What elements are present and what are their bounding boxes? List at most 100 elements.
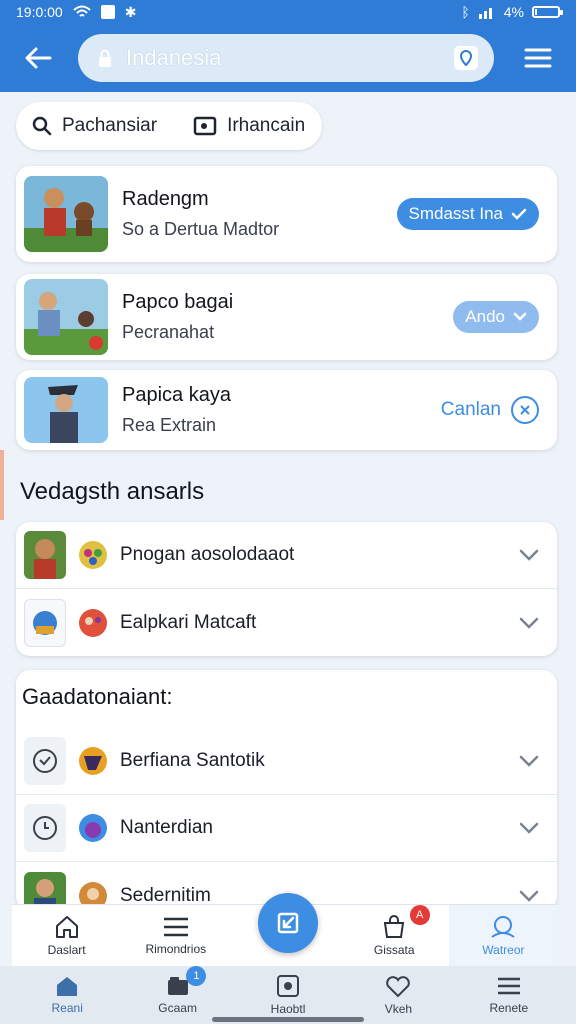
game-action-label: Canlan xyxy=(440,399,501,420)
address-text: Indanesia xyxy=(126,45,222,70)
external-link-icon xyxy=(277,912,299,934)
clock: 19:0:00 xyxy=(16,4,63,20)
app-bar: Indanesia xyxy=(0,24,576,92)
nav-shop[interactable]: A Gissata xyxy=(340,905,449,966)
filter-bar: Pachansiar Irhancain xyxy=(16,102,322,150)
nav-settings[interactable]: Renete xyxy=(454,966,564,1024)
back-button[interactable] xyxy=(14,34,62,82)
notification-badge: A xyxy=(409,905,430,925)
heart-icon xyxy=(386,976,411,998)
list-item[interactable]: Berfiana Santotik xyxy=(16,728,557,795)
nav-favorites[interactable]: Vkeh xyxy=(343,966,453,1024)
game-title: Radengm xyxy=(122,188,209,210)
game-action-label: Smdasst Ina xyxy=(408,204,504,223)
filter-image[interactable]: Irhancain xyxy=(193,115,305,137)
nav-dashboard[interactable]: Daslart xyxy=(12,905,121,966)
clock-icon xyxy=(24,804,66,852)
chevron-down-icon[interactable] xyxy=(509,603,549,643)
section-list: Pnogan aosolodaaot Ealpkari Matcaft xyxy=(16,522,557,656)
list-item[interactable]: Pnogan aosolodaaot xyxy=(16,522,557,589)
status-bar: 19:0:00 ✱ ᛒ 4% xyxy=(0,0,576,24)
nav-list[interactable]: Rimondrios xyxy=(121,905,230,966)
hamburger-icon xyxy=(524,48,552,68)
chevron-down-icon xyxy=(513,312,527,321)
game-thumbnail xyxy=(24,377,108,443)
game-action-button[interactable]: Ando xyxy=(453,301,539,333)
notification-icon xyxy=(100,5,115,19)
signal-icon xyxy=(478,8,492,19)
nav-label: Gcaam xyxy=(158,1001,197,1015)
section-list: Gaadatonaiant: Berfiana Santotik Nanterd… xyxy=(16,670,557,910)
image-search-icon xyxy=(193,116,217,136)
menu-button[interactable] xyxy=(514,34,562,82)
game-card[interactable]: Papica kaya Rea Extrain Canlan xyxy=(16,370,557,450)
lock-icon xyxy=(99,49,111,67)
wifi-icon xyxy=(73,5,91,17)
character-icon xyxy=(79,814,107,842)
filter-image-label: Irhancain xyxy=(227,115,306,136)
nav-label: Haobtl xyxy=(270,1002,306,1016)
game-action-button[interactable]: Smdasst Ina xyxy=(396,198,539,230)
game-title: Papco bagai xyxy=(122,291,234,313)
location-pin-icon xyxy=(459,50,473,66)
arrow-left-icon xyxy=(25,47,52,69)
list-item-label: Berfiana Santotik xyxy=(120,750,265,771)
nav-home[interactable]: Reani xyxy=(12,966,122,1024)
bluetooth-icon: ᛒ xyxy=(461,4,470,20)
bottom-nav-secondary: Reani 1 Gcaam Haobtl Vkeh Renete xyxy=(0,966,576,1024)
nav-games[interactable]: 1 Gcaam xyxy=(122,966,232,1024)
timer-icon xyxy=(24,737,66,785)
shop-bag-icon xyxy=(384,914,405,938)
nav-label: Daslart xyxy=(47,942,86,957)
list-item[interactable]: Ealpkari Matcaft xyxy=(16,589,557,656)
game-icon xyxy=(24,598,66,647)
nav-label: Reani xyxy=(51,1001,83,1015)
character-icon xyxy=(79,747,107,775)
home-outline-icon xyxy=(55,915,78,938)
character-icon xyxy=(79,541,107,569)
search-icon xyxy=(32,116,52,136)
game-subtitle: So a Dertua Madtor xyxy=(122,219,280,239)
game-action-label: Ando xyxy=(465,307,505,326)
filter-search[interactable]: Pachansiar xyxy=(32,115,157,137)
game-title: Papica kaya xyxy=(122,384,231,406)
game-thumbnail xyxy=(24,279,108,355)
list-icon xyxy=(163,917,188,936)
profile-icon xyxy=(491,915,515,938)
game-thumbnail xyxy=(24,176,108,252)
battery-icon xyxy=(532,6,563,18)
filter-search-label: Pachansiar xyxy=(62,115,158,136)
game-subtitle: Rea Extrain xyxy=(122,415,217,435)
scroll-accent xyxy=(0,450,4,520)
list-item-label: Pnogan aosolodaaot xyxy=(120,544,295,565)
nav-label: Renete xyxy=(489,1001,529,1015)
center-action-button[interactable] xyxy=(258,893,318,953)
battery-percent: 4% xyxy=(503,4,524,20)
nav-profile[interactable]: Watreor xyxy=(448,905,559,966)
game-action-button[interactable]: Canlan xyxy=(441,396,549,424)
game-card[interactable]: Radengm So a Dertua Madtor Smdasst Ina xyxy=(16,166,557,262)
check-icon xyxy=(511,208,527,220)
notification-badge: 1 xyxy=(186,966,207,986)
star-icon: ✱ xyxy=(124,3,137,20)
chevron-down-icon[interactable] xyxy=(509,535,549,575)
home-indicator[interactable] xyxy=(212,1017,364,1022)
address-bar[interactable]: Indanesia xyxy=(78,34,494,82)
nav-library[interactable]: Haobtl xyxy=(233,966,343,1024)
list-item-label: Nanterdian xyxy=(120,817,213,838)
settings-list-icon xyxy=(497,977,520,995)
chevron-down-icon[interactable] xyxy=(509,808,549,848)
nav-label: Vkeh xyxy=(384,1002,413,1016)
site-info-button[interactable] xyxy=(454,46,478,70)
nav-label: Rimondrios xyxy=(145,941,207,956)
list-item[interactable]: Nanterdian xyxy=(16,795,557,862)
chevron-down-icon[interactable] xyxy=(509,741,549,781)
section-title: Gaadatonaiant: xyxy=(22,684,173,709)
game-icon xyxy=(277,975,300,997)
character-icon xyxy=(79,608,107,637)
list-item-label: Ealpkari Matcaft xyxy=(120,611,257,633)
nav-label: Watreor xyxy=(482,942,525,957)
home-icon xyxy=(57,977,78,996)
game-card[interactable]: Papco bagai Pecranahat Ando xyxy=(16,274,557,360)
game-icon xyxy=(24,531,66,579)
